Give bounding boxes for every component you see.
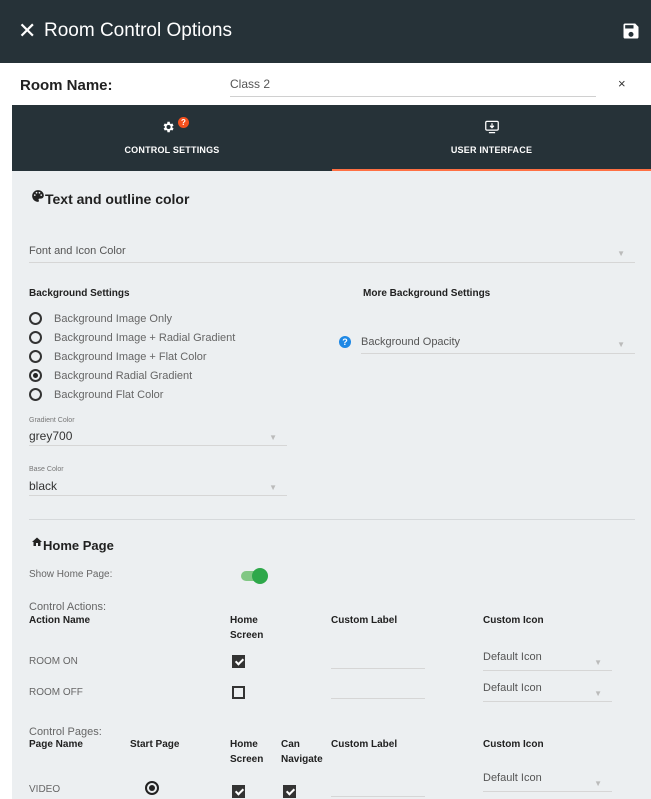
radio-label: Background Image + Radial Gradient bbox=[54, 332, 236, 344]
radio-label: Background Flat Color bbox=[54, 389, 164, 401]
room-name-label: Room Name: bbox=[20, 77, 113, 94]
home-icon bbox=[32, 537, 42, 546]
app-header: ✕ Room Control Options bbox=[0, 0, 651, 63]
custom-icon-select[interactable]: Default Icon ▼ bbox=[483, 772, 612, 792]
col-custom-label: Custom Label bbox=[331, 615, 398, 626]
chevron-down-icon: ▼ bbox=[617, 249, 625, 258]
room-name-row: Room Name: × bbox=[0, 63, 651, 105]
tab-control-settings-label: CONTROL SETTINGS bbox=[124, 145, 220, 155]
radio-background-image-radial[interactable] bbox=[29, 331, 42, 344]
background-opacity-select[interactable]: Background Opacity ▼ bbox=[361, 336, 635, 354]
section-divider bbox=[29, 519, 635, 520]
custom-label-input[interactable] bbox=[331, 668, 425, 669]
radio-label: Background Image Only bbox=[54, 313, 173, 325]
gradient-color-value: grey700 bbox=[29, 429, 73, 443]
control-actions-label: Control Actions: bbox=[29, 601, 107, 613]
show-home-page-toggle[interactable] bbox=[241, 568, 268, 584]
action-name: ROOM OFF bbox=[29, 687, 83, 698]
toggle-knob bbox=[252, 568, 268, 584]
col-home-screen: Home Screen bbox=[230, 739, 264, 765]
start-page-radio[interactable] bbox=[145, 781, 159, 795]
tab-user-interface[interactable]: USER INTERFACE bbox=[332, 105, 651, 171]
base-color-value: black bbox=[29, 479, 58, 493]
help-icon[interactable]: ? bbox=[339, 336, 351, 348]
chevron-down-icon: ▼ bbox=[594, 779, 602, 788]
chevron-down-icon: ▼ bbox=[594, 658, 602, 667]
background-opacity-label: Background Opacity bbox=[361, 336, 461, 348]
col-custom-icon: Custom Icon bbox=[483, 615, 544, 626]
background-settings-heading: Background Settings bbox=[29, 288, 130, 299]
gear-icon bbox=[163, 121, 174, 133]
font-icon-color-label: Font and Icon Color bbox=[29, 245, 126, 257]
col-home-screen: Home Screen bbox=[230, 615, 264, 641]
clear-room-name-icon[interactable]: × bbox=[618, 76, 626, 91]
help-badge: ? bbox=[178, 117, 189, 128]
custom-label-input[interactable] bbox=[331, 796, 425, 797]
page-title: Room Control Options bbox=[44, 20, 232, 41]
radio-background-flat-color[interactable] bbox=[29, 388, 42, 401]
home-screen-checkbox[interactable] bbox=[232, 686, 245, 699]
tab-control-settings[interactable]: ? CONTROL SETTINGS bbox=[12, 105, 332, 171]
room-name-input[interactable] bbox=[230, 71, 596, 97]
custom-icon-value: Default Icon bbox=[483, 682, 542, 694]
radio-background-radial-gradient[interactable] bbox=[29, 369, 42, 382]
screen-share-icon bbox=[484, 120, 499, 134]
gradient-color-select[interactable]: grey700 ▼ bbox=[29, 429, 287, 446]
radio-label: Background Image + Flat Color bbox=[54, 351, 207, 363]
user-interface-panel: Text and outline color Font and Icon Col… bbox=[12, 171, 651, 799]
col-can-navigate: Can Navigate bbox=[281, 739, 323, 765]
radio-label: Background Radial Gradient bbox=[54, 370, 193, 382]
palette-icon bbox=[32, 190, 44, 202]
home-page-heading: Home Page bbox=[43, 538, 114, 553]
font-icon-color-select[interactable]: Font and Icon Color ▼ bbox=[29, 245, 635, 263]
col-action-name: Action Name bbox=[29, 615, 91, 626]
base-color-select[interactable]: black ▼ bbox=[29, 479, 287, 496]
text-color-heading: Text and outline color bbox=[45, 191, 190, 207]
chevron-down-icon: ▼ bbox=[594, 689, 602, 698]
action-name: ROOM ON bbox=[29, 656, 78, 667]
radio-background-image-flat[interactable] bbox=[29, 350, 42, 363]
col-start-page: Start Page bbox=[130, 739, 180, 750]
home-screen-checkbox[interactable] bbox=[232, 785, 245, 798]
col-page-name: Page Name bbox=[29, 739, 83, 750]
chevron-down-icon: ▼ bbox=[269, 433, 277, 442]
custom-icon-select[interactable]: Default Icon ▼ bbox=[483, 651, 612, 671]
settings-tabs: ? CONTROL SETTINGS USER INTERFACE bbox=[12, 105, 651, 171]
custom-label-input[interactable] bbox=[331, 698, 425, 699]
chevron-down-icon: ▼ bbox=[269, 483, 277, 492]
col-custom-label: Custom Label bbox=[331, 739, 398, 750]
more-background-heading: More Background Settings bbox=[363, 288, 491, 299]
base-color-label: Base Color bbox=[29, 466, 64, 473]
radio-background-image-only[interactable] bbox=[29, 312, 42, 325]
custom-icon-value: Default Icon bbox=[483, 772, 542, 784]
col-custom-icon: Custom Icon bbox=[483, 739, 544, 750]
page-name: VIDEO bbox=[29, 784, 61, 795]
tab-user-interface-label: USER INTERFACE bbox=[450, 145, 533, 155]
show-home-page-label: Show Home Page: bbox=[29, 569, 113, 580]
chevron-down-icon: ▼ bbox=[617, 340, 625, 349]
custom-icon-select[interactable]: Default Icon ▼ bbox=[483, 682, 612, 702]
save-icon[interactable] bbox=[621, 21, 641, 41]
gradient-color-label: Gradient Color bbox=[29, 417, 75, 424]
can-navigate-checkbox[interactable] bbox=[283, 785, 296, 798]
close-icon[interactable]: ✕ bbox=[18, 19, 36, 43]
custom-icon-value: Default Icon bbox=[483, 651, 542, 663]
home-screen-checkbox[interactable] bbox=[232, 655, 245, 668]
